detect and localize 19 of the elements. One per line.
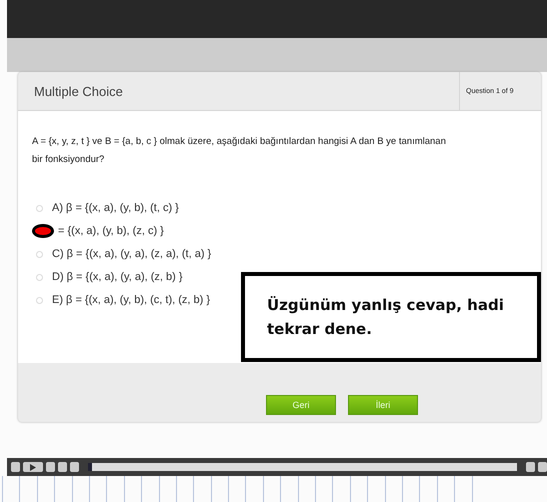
radio-button[interactable] [36,274,43,280]
progress-thumb[interactable] [88,463,92,471]
option-text: = {(x, a), (y, b), (z, c) } [58,225,164,237]
option-text: E) β = {(x, a), (y, b), (c, t), (z, b) } [52,294,210,306]
radio-button[interactable] [36,204,43,212]
progress-track[interactable] [88,463,517,471]
play-icon [30,464,36,470]
back-button[interactable]: Geri [266,395,336,415]
feedback-message: Üzgünüm yanlış cevap, hadi tekrar dene. [267,295,505,340]
option-text: A) β = {(x, a), (y, b), (t, c) } [52,202,179,214]
selected-mark[interactable] [32,224,54,238]
question-text: A = {x, y, z, t } ve B = {a, b, c } olmak üzere, aşağıdaki bağıntılardan hangisi A dan B ye tanımlanan bir fonksiyondur? [32,135,447,167]
radio-button[interactable] [36,250,43,258]
card-title: Multiple Choice [33,84,124,98]
next-button[interactable]: İleri [348,395,418,415]
option-text: D) β = {(x, a), (y, a), (z, b) } [52,271,183,283]
radio-button[interactable] [36,296,43,304]
option-text: C) β = {(x, a), (y, a), (z, a), (t, a) } [52,248,212,260]
play-button[interactable] [23,462,43,472]
